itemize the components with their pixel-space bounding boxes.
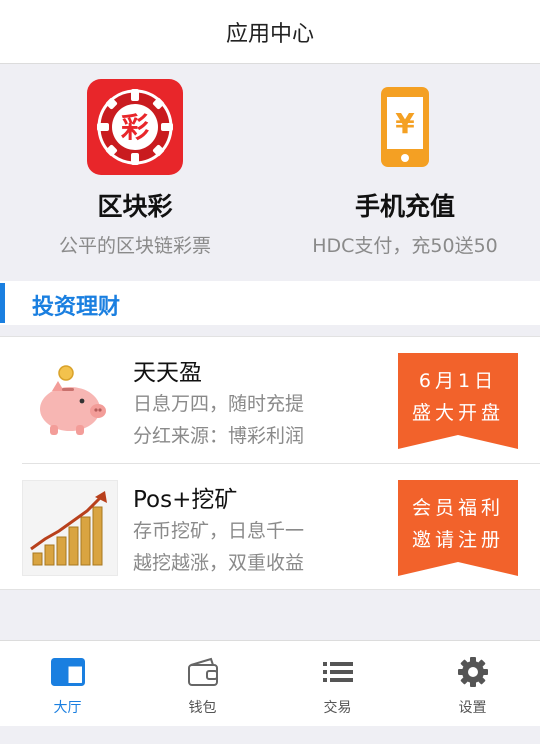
page-title: 应用中心 xyxy=(225,21,314,47)
bottom-strip xyxy=(0,726,540,744)
piggy-bank-icon xyxy=(22,353,118,449)
tab-lobby[interactable]: 大厅 xyxy=(0,641,135,727)
top-bar: 应用中心 xyxy=(0,0,540,64)
badge-line1: 6月1日 xyxy=(418,370,498,392)
section-title: 投资理财 xyxy=(32,295,121,320)
app-desc: 公平的区块链彩票 xyxy=(58,235,211,257)
section-accent-bar xyxy=(0,283,5,323)
tab-label: 交易 xyxy=(323,700,352,716)
tab-trade[interactable]: 交易 xyxy=(270,641,405,727)
tab-settings[interactable]: 设置 xyxy=(405,641,540,727)
product-line1: 存币挖矿，日息千一 xyxy=(133,520,305,542)
badge-line1: 会员福利 xyxy=(411,497,504,519)
tab-wallet[interactable]: 钱包 xyxy=(135,641,270,727)
promo-badge[interactable]: 会员福利 邀请注册 xyxy=(398,480,518,576)
product-line2: 越挖越涨，双重收益 xyxy=(133,552,305,574)
lobby-icon xyxy=(50,655,86,689)
bottom-tab-bar: 大厅 钱包 交易 设置 xyxy=(0,640,540,726)
product-title: 天天盈 xyxy=(133,360,202,386)
coin-growth-chart-icon xyxy=(22,480,118,576)
app-lottery[interactable]: 彩 区块彩 公平的区块链彩票 xyxy=(0,65,270,281)
list-item[interactable]: Pos+挖矿 存币挖矿，日息千一 越挖越涨，双重收益 会员福利 邀请注册 xyxy=(0,464,540,590)
app-name: 区块彩 xyxy=(97,192,173,221)
app-phone-recharge[interactable]: ¥ 手机充值 HDC支付，充50送50 xyxy=(270,65,540,281)
lottery-chip-icon: 彩 xyxy=(87,79,183,175)
phone-recharge-icon: ¥ xyxy=(357,79,453,175)
wallet-icon xyxy=(185,655,221,689)
tab-label: 设置 xyxy=(458,700,487,716)
product-line2: 分红来源：博彩利润 xyxy=(133,425,305,447)
app-grid: 彩 区块彩 公平的区块链彩票 ¥ 手机充值 HDC支付，充50送50 xyxy=(0,65,540,281)
badge-line2: 盛大开盘 xyxy=(411,402,504,424)
app-desc: HDC支付，充50送50 xyxy=(312,235,498,257)
svg-text:彩: 彩 xyxy=(121,111,149,144)
list-item[interactable]: 天天盈 日息万四，随时充提 分红来源：博彩利润 6月1日 盛大开盘 xyxy=(0,337,540,464)
tab-label: 钱包 xyxy=(188,700,217,716)
list-icon xyxy=(320,655,356,689)
gear-icon xyxy=(455,655,491,689)
product-line1: 日息万四，随时充提 xyxy=(133,393,305,415)
badge-line2: 邀请注册 xyxy=(411,529,504,551)
tab-label: 大厅 xyxy=(53,700,82,716)
app-name: 手机充值 xyxy=(354,192,455,221)
svg-text:¥: ¥ xyxy=(395,107,415,140)
section-header: 投资理财 xyxy=(0,281,540,325)
product-list: 天天盈 日息万四，随时充提 分红来源：博彩利润 6月1日 盛大开盘 Pos+挖矿… xyxy=(0,336,540,590)
promo-badge[interactable]: 6月1日 盛大开盘 xyxy=(398,353,518,449)
product-title: Pos+挖矿 xyxy=(133,487,238,513)
